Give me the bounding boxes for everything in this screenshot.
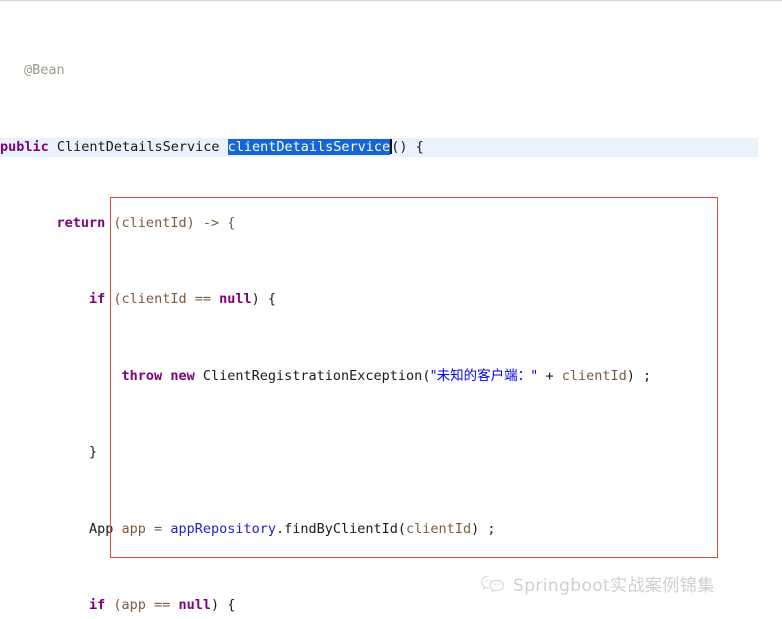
if-condition-a: (app == [105, 596, 179, 613]
code-line[interactable]: if (clientId == null) { [0, 290, 782, 309]
keyword-if: if [89, 291, 106, 308]
code-editor-screenshot: @Bean public ClientDetailsService client… [0, 0, 782, 619]
watermark: Springboot实战案例锦集 [480, 571, 715, 596]
code-line[interactable]: if (app == null) { [0, 596, 782, 615]
argument-clientid: clientId [406, 520, 472, 537]
concat-operator: + [537, 367, 562, 384]
if-condition-b: ) { [251, 291, 276, 308]
code-line-current[interactable]: public ClientDetailsService clientDetail… [0, 137, 758, 157]
variable-app: app = [113, 520, 171, 537]
wechat-icon [480, 574, 506, 594]
return-type: ClientDetailsService [56, 138, 220, 155]
lambda-expression: (clientId) -> { [105, 215, 236, 232]
keyword-if: if [89, 596, 106, 613]
type-app: App [89, 520, 114, 537]
keyword-null: null [178, 596, 211, 613]
keyword-new: new [170, 367, 195, 384]
if-condition-a: (clientId == [105, 291, 220, 308]
code-line[interactable]: return (clientId) -> { [0, 214, 782, 233]
signature-tail: () { [391, 138, 424, 155]
keyword-null: null [219, 291, 252, 308]
statement-tail: ) ; [626, 367, 652, 384]
statement-tail: ) ; [471, 520, 496, 537]
code-line[interactable]: } [0, 443, 782, 462]
code-line[interactable]: throw new ClientRegistrationException("未… [0, 367, 782, 386]
if-condition-b: ) { [210, 596, 236, 613]
code-content[interactable]: @Bean public ClientDetailsService client… [0, 4, 782, 619]
field-apprepository: appRepository [170, 520, 276, 537]
code-line[interactable]: App app = appRepository.findByClientId(c… [0, 520, 782, 539]
watermark-text: Springboot实战案例锦集 [513, 576, 715, 596]
code-line[interactable]: @Bean [0, 61, 782, 80]
keyword-public: public [0, 138, 49, 155]
bean-annotation: @Bean [24, 62, 65, 79]
variable-clientid: clientId [561, 367, 627, 384]
keyword-throw: throw [121, 367, 163, 384]
exception-type: ClientRegistrationException [202, 367, 423, 384]
method-findbyclientid: .findByClientId( [276, 520, 407, 537]
selected-method-name[interactable]: clientDetailsService [227, 138, 391, 155]
editor-top-divider [0, 0, 782, 1]
close-brace: } [89, 444, 98, 461]
keyword-return: return [56, 215, 106, 232]
string-literal: "未知的客户端：" [430, 367, 538, 384]
